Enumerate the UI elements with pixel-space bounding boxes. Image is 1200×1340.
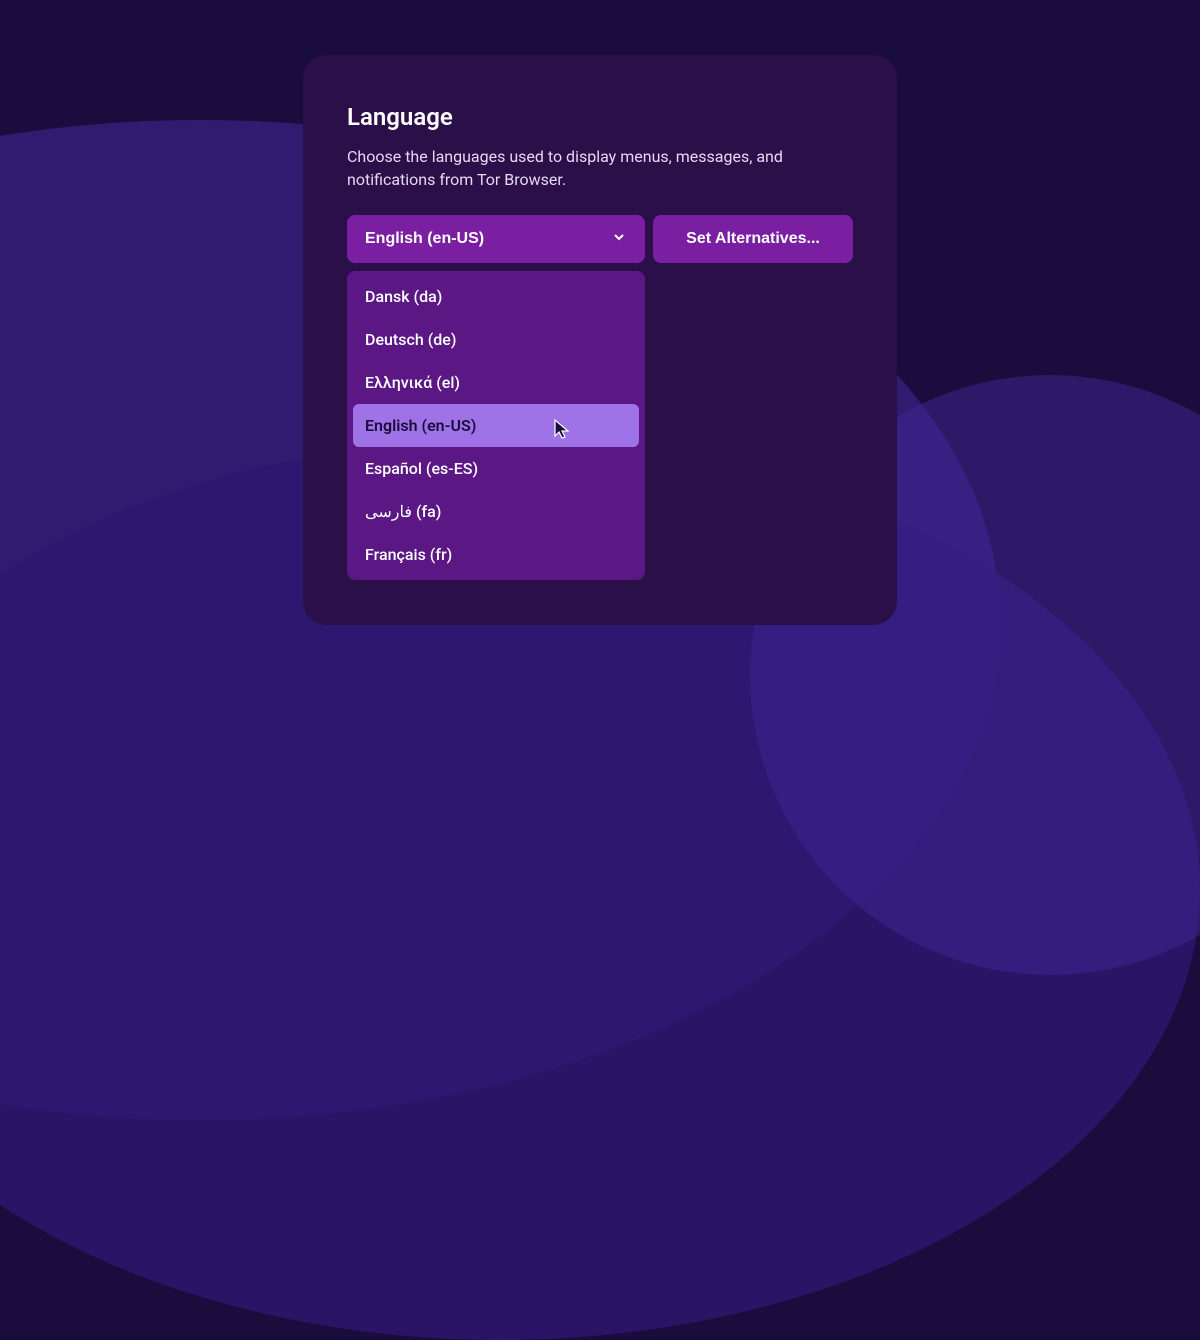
page-title: Language: [347, 103, 853, 131]
language-option[interactable]: فارسى (fa): [347, 490, 645, 533]
language-option[interactable]: Deutsch (de): [347, 318, 645, 361]
language-option[interactable]: Ελληνικά (el): [347, 361, 645, 404]
cursor-icon: [553, 418, 571, 440]
controls-row: English (en-US) Set Alternatives...: [347, 215, 853, 263]
language-option[interactable]: Dansk (da): [347, 275, 645, 318]
language-settings-card: Language Choose the languages used to di…: [303, 55, 897, 625]
language-option[interactable]: Español (es-ES): [347, 447, 645, 490]
set-alternatives-button[interactable]: Set Alternatives...: [653, 215, 853, 263]
language-dropdown-button[interactable]: English (en-US): [347, 215, 645, 263]
language-option[interactable]: Français (fr): [347, 533, 645, 576]
language-option[interactable]: English (en-US): [353, 404, 639, 447]
settings-description: Choose the languages used to display men…: [347, 145, 807, 191]
chevron-down-icon: [611, 229, 627, 250]
dropdown-selected-label: English (en-US): [365, 230, 484, 248]
language-dropdown-menu: Dansk (da)Deutsch (de)Ελληνικά (el)Engli…: [347, 271, 645, 580]
